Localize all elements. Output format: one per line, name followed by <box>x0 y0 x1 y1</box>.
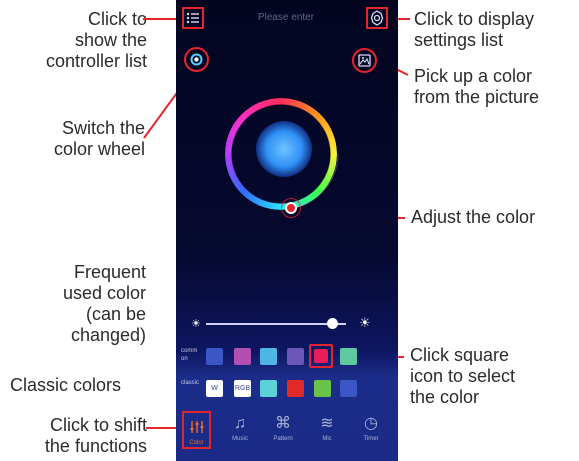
common-swatch[interactable] <box>206 348 223 365</box>
common-swatch[interactable] <box>287 348 304 365</box>
annotation-shift-functions: Click to shift the functions <box>44 415 147 456</box>
tab-pattern[interactable]: ⌘ Pattern <box>263 409 303 443</box>
brightness-low-icon: ☀ <box>191 318 201 330</box>
tab-color[interactable]: Color <box>182 411 211 449</box>
command-icon: ⌘ <box>275 415 291 432</box>
image-picker-button[interactable] <box>352 48 377 73</box>
equalizer-icon <box>184 413 209 439</box>
tab-music-label: Music <box>232 436 248 442</box>
common-colors-row: common <box>176 344 398 368</box>
top-bar: Please enter <box>176 0 398 36</box>
tab-timer[interactable]: ◷ Timer <box>351 409 391 443</box>
sound-wave-icon: ≋ <box>320 415 334 432</box>
settings-button[interactable] <box>366 7 388 29</box>
tab-timer-label: Timer <box>363 436 379 442</box>
common-swatch[interactable] <box>340 348 357 365</box>
gear-icon <box>370 10 384 26</box>
brightness-track[interactable] <box>206 323 346 325</box>
brightness-high-icon: ☀ <box>359 315 371 330</box>
search-input[interactable]: Please enter <box>216 12 356 23</box>
brightness-slider[interactable]: ☀ ☀ <box>176 314 398 334</box>
tab-music[interactable]: ♫ Music <box>220 409 260 443</box>
annotation-adjust-color: Adjust the color <box>411 207 536 227</box>
classic-swatch[interactable] <box>314 380 331 397</box>
selected-swatch-fill <box>314 349 328 363</box>
classic-colors-label: classic <box>181 380 200 386</box>
phone-screen: Please enter ☀ ☀ common classic W RGB Co… <box>176 0 398 461</box>
brightness-knob[interactable] <box>327 318 338 329</box>
common-swatch[interactable] <box>260 348 277 365</box>
annotation-settings-list: Click to display settings list <box>414 9 535 50</box>
tab-color-label: Color <box>189 440 204 446</box>
annotation-switch-wheel: Switch the color wheel <box>53 118 145 159</box>
color-adjust-thumb[interactable] <box>285 202 297 214</box>
color-wheel-switch-button[interactable] <box>184 47 209 72</box>
classic-swatch-white[interactable]: W <box>206 380 223 397</box>
classic-colors-row: classic W RGB <box>176 376 398 398</box>
classic-swatch-rgb[interactable]: RGB <box>234 380 251 397</box>
annotation-frequent-color: Frequent used color (can be changed) <box>62 262 146 345</box>
music-note-icon: ♫ <box>234 415 246 432</box>
classic-swatch[interactable] <box>340 380 357 397</box>
common-colors-label: common <box>181 348 198 362</box>
color-wheel-switch-icon <box>190 53 203 66</box>
tab-mic[interactable]: ≋ Mic <box>307 409 347 443</box>
controller-list-button[interactable] <box>182 7 204 29</box>
classic-swatch[interactable] <box>287 380 304 397</box>
common-swatch[interactable] <box>234 348 251 365</box>
annotation-controller-list: Click to show the controller list <box>45 9 147 71</box>
common-swatch-selected[interactable] <box>309 344 333 368</box>
function-tab-bar: Color ♫ Music ⌘ Pattern ≋ Mic ◷ Timer <box>176 409 398 461</box>
annotation-classic-colors: Classic colors <box>10 375 122 395</box>
annotation-pick-color: Pick up a color from the picture <box>414 66 540 107</box>
annotation-click-square: Click square icon to select the color <box>410 345 516 407</box>
timer-icon: ◷ <box>364 415 378 432</box>
list-icon <box>186 12 199 24</box>
tab-pattern-label: Pattern <box>273 436 293 442</box>
image-picker-icon <box>358 54 371 67</box>
classic-swatch[interactable] <box>260 380 277 397</box>
tab-mic-label: Mic <box>322 436 332 442</box>
